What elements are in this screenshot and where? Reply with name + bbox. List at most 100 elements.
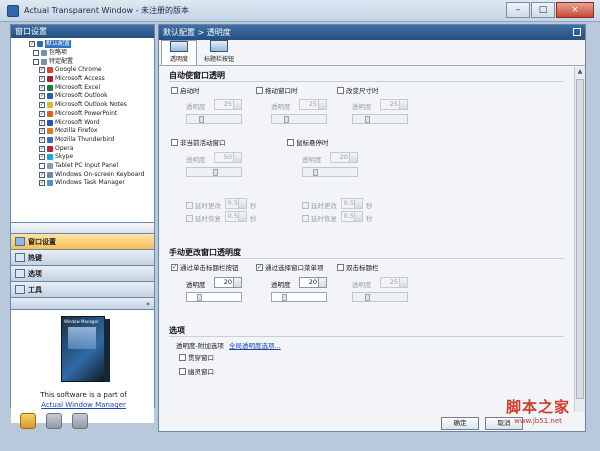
hover-delay-change-checkbox[interactable]: 延时更改: [302, 200, 337, 210]
titlebar-button-checkbox[interactable]: ✓ 通过单击标题栏按钮: [171, 262, 239, 272]
auto-on-drag-checkbox[interactable]: 拖动窗口时: [256, 85, 298, 95]
tree-item[interactable]: ✓ Microsoft Word: [13, 118, 152, 127]
tree-item-checkbox[interactable]: ✓: [39, 76, 45, 83]
tree-item-checkbox[interactable]: ✓: [39, 145, 45, 152]
undo-icon[interactable]: [46, 413, 62, 429]
resize-opacity-slider[interactable]: [352, 114, 408, 124]
slider-knob[interactable]: [313, 169, 318, 176]
start-opacity-spinner[interactable]: 25: [214, 99, 242, 110]
slider-knob[interactable]: [365, 116, 370, 123]
tree-item-checkbox[interactable]: ✓: [39, 136, 45, 143]
auto-on-resize-checkbox[interactable]: 改变尺寸时: [337, 85, 379, 95]
tree-item[interactable]: ✓ Microsoft Access: [13, 75, 152, 84]
double-click-opacity-spinner[interactable]: 25: [380, 277, 408, 288]
checkbox-label: 启动时: [180, 87, 200, 95]
minimize-button[interactable]: –: [506, 2, 530, 18]
inactive-opacity-spinner[interactable]: 50: [214, 152, 242, 163]
tree-item-checkbox[interactable]: ✓: [39, 110, 45, 117]
scroll-thumb[interactable]: [576, 79, 584, 399]
tree-item-checkbox[interactable]: [33, 58, 39, 65]
tree-item-checkbox[interactable]: ✓: [39, 67, 45, 74]
hover-delay-change-spinner[interactable]: 0.5: [341, 198, 363, 209]
tree-item[interactable]: ✓ Windows On-screen Keyboard: [13, 170, 152, 179]
window-menu-checkbox[interactable]: ✓ 通过选择窗口菜单项: [256, 262, 324, 272]
nav-tools[interactable]: 工具: [11, 282, 154, 298]
nav-window-settings[interactable]: 窗口设置: [11, 234, 154, 250]
slider-knob[interactable]: [197, 294, 202, 301]
inactive-window-checkbox[interactable]: 非当前活动窗口: [171, 137, 226, 147]
slider-knob[interactable]: [365, 294, 370, 301]
titlebar-button-opacity-spinner[interactable]: 20: [214, 277, 242, 288]
promo-link[interactable]: Actual Window Manager: [11, 400, 156, 410]
tree-item-checkbox[interactable]: ✓: [39, 102, 45, 109]
ghost-window-checkbox[interactable]: 幽灵窗口: [179, 366, 214, 376]
tree-item[interactable]: ✓ Mozilla Firefox: [13, 127, 152, 136]
window-menu-opacity-spinner[interactable]: 20: [299, 277, 327, 288]
global-transparency-link[interactable]: 全局透明度选项...: [229, 340, 281, 350]
drag-opacity-spinner[interactable]: 25: [299, 99, 327, 110]
double-click-opacity-slider[interactable]: [352, 292, 408, 302]
hover-opacity-slider[interactable]: [302, 167, 358, 177]
resize-opacity-spinner[interactable]: 25: [380, 99, 408, 110]
tree-item[interactable]: ✓ Mozilla Thunderbird: [13, 136, 152, 145]
ok-button[interactable]: 确定: [441, 417, 479, 430]
drag-opacity-slider[interactable]: [271, 114, 327, 124]
tree-item[interactable]: ✓ Skype: [13, 153, 152, 162]
click-through-checkbox[interactable]: 贯穿窗口: [179, 352, 214, 362]
tree-item-checkbox[interactable]: ✓: [39, 93, 45, 100]
tree-item[interactable]: ✓ Microsoft Outlook: [13, 92, 152, 101]
tree-item-checkbox[interactable]: ✓: [39, 119, 45, 126]
tree-item[interactable]: ✓ Google Chrome: [13, 66, 152, 75]
tree-item-checkbox[interactable]: ✓: [39, 154, 45, 161]
inactive-delay-change-checkbox[interactable]: 延时更改: [186, 200, 221, 210]
double-click-titlebar-checkbox[interactable]: 双击标题栏: [337, 262, 379, 272]
tree-item-checkbox[interactable]: [33, 50, 39, 57]
tree-item[interactable]: ✓ 默认配置: [13, 40, 152, 49]
nav-hotkeys[interactable]: 热键: [11, 250, 154, 266]
tree-item[interactable]: ✓ Opera: [13, 144, 152, 153]
hover-delay-restore-spinner[interactable]: 0.5: [341, 211, 363, 222]
tree-item[interactable]: ✓ Microsoft PowerPoint: [13, 110, 152, 119]
redo-icon[interactable]: [72, 413, 88, 429]
tree-item-checkbox[interactable]: ✓: [39, 180, 45, 187]
tree-item-checkbox[interactable]: ✓: [39, 171, 45, 178]
maximize-button[interactable]: □: [531, 2, 555, 18]
window-menu-opacity-slider[interactable]: [271, 292, 327, 302]
tree-item-checkbox[interactable]: ✓: [39, 128, 45, 135]
slider-knob[interactable]: [213, 169, 218, 176]
inactive-delay-restore-spinner[interactable]: 0.5: [225, 211, 247, 222]
tree-item[interactable]: ✓ Microsoft Excel: [13, 83, 152, 92]
slider-knob[interactable]: [282, 294, 287, 301]
bottom-toolbar: [20, 413, 88, 429]
window-titlebar[interactable]: Actual Transparent Window - 未注册的版本 – □ ×: [0, 0, 600, 22]
nav-more-button[interactable]: »: [11, 298, 154, 310]
panel-splitter[interactable]: [11, 223, 154, 234]
vertical-scrollbar[interactable]: ▲: [574, 67, 585, 412]
tree-item[interactable]: ✓ Microsoft Outlook Notes: [13, 101, 152, 110]
close-button[interactable]: ×: [556, 2, 594, 18]
hover-opacity-spinner[interactable]: 20: [330, 152, 358, 163]
tree-item[interactable]: ✓ Windows Task Manager: [13, 179, 152, 188]
tree-item[interactable]: Tablet PC Input Panel: [13, 162, 152, 171]
start-opacity-slider[interactable]: [186, 114, 242, 124]
tree-item[interactable]: 包略项: [13, 49, 152, 58]
tab-titlebar-buttons[interactable]: 标题栏按钮: [201, 40, 237, 65]
inactive-opacity-slider[interactable]: [186, 167, 242, 177]
scroll-up-arrow[interactable]: ▲: [575, 67, 585, 77]
tree-item-checkbox[interactable]: ✓: [29, 41, 35, 48]
tree-item-checkbox[interactable]: ✓: [39, 84, 45, 91]
hover-delay-restore-checkbox[interactable]: 延时恢复: [302, 213, 337, 223]
auto-on-start-checkbox[interactable]: 启动时: [171, 85, 200, 95]
titlebar-button-opacity-slider[interactable]: [186, 292, 242, 302]
inactive-delay-restore-checkbox[interactable]: 延时恢复: [186, 213, 221, 223]
nav-options[interactable]: 选项: [11, 266, 154, 282]
slider-knob[interactable]: [199, 116, 204, 123]
tree-item-checkbox[interactable]: [39, 162, 45, 169]
help-icon[interactable]: [20, 413, 36, 429]
tab-transparency[interactable]: 透明度: [161, 40, 197, 65]
inactive-delay-change-spinner[interactable]: 0.5: [225, 198, 247, 209]
panel-options-icon[interactable]: [573, 28, 581, 36]
mouse-hover-checkbox[interactable]: 鼠标悬停时: [287, 137, 329, 147]
tree-item[interactable]: 特定配置: [13, 57, 152, 66]
slider-knob[interactable]: [284, 116, 289, 123]
